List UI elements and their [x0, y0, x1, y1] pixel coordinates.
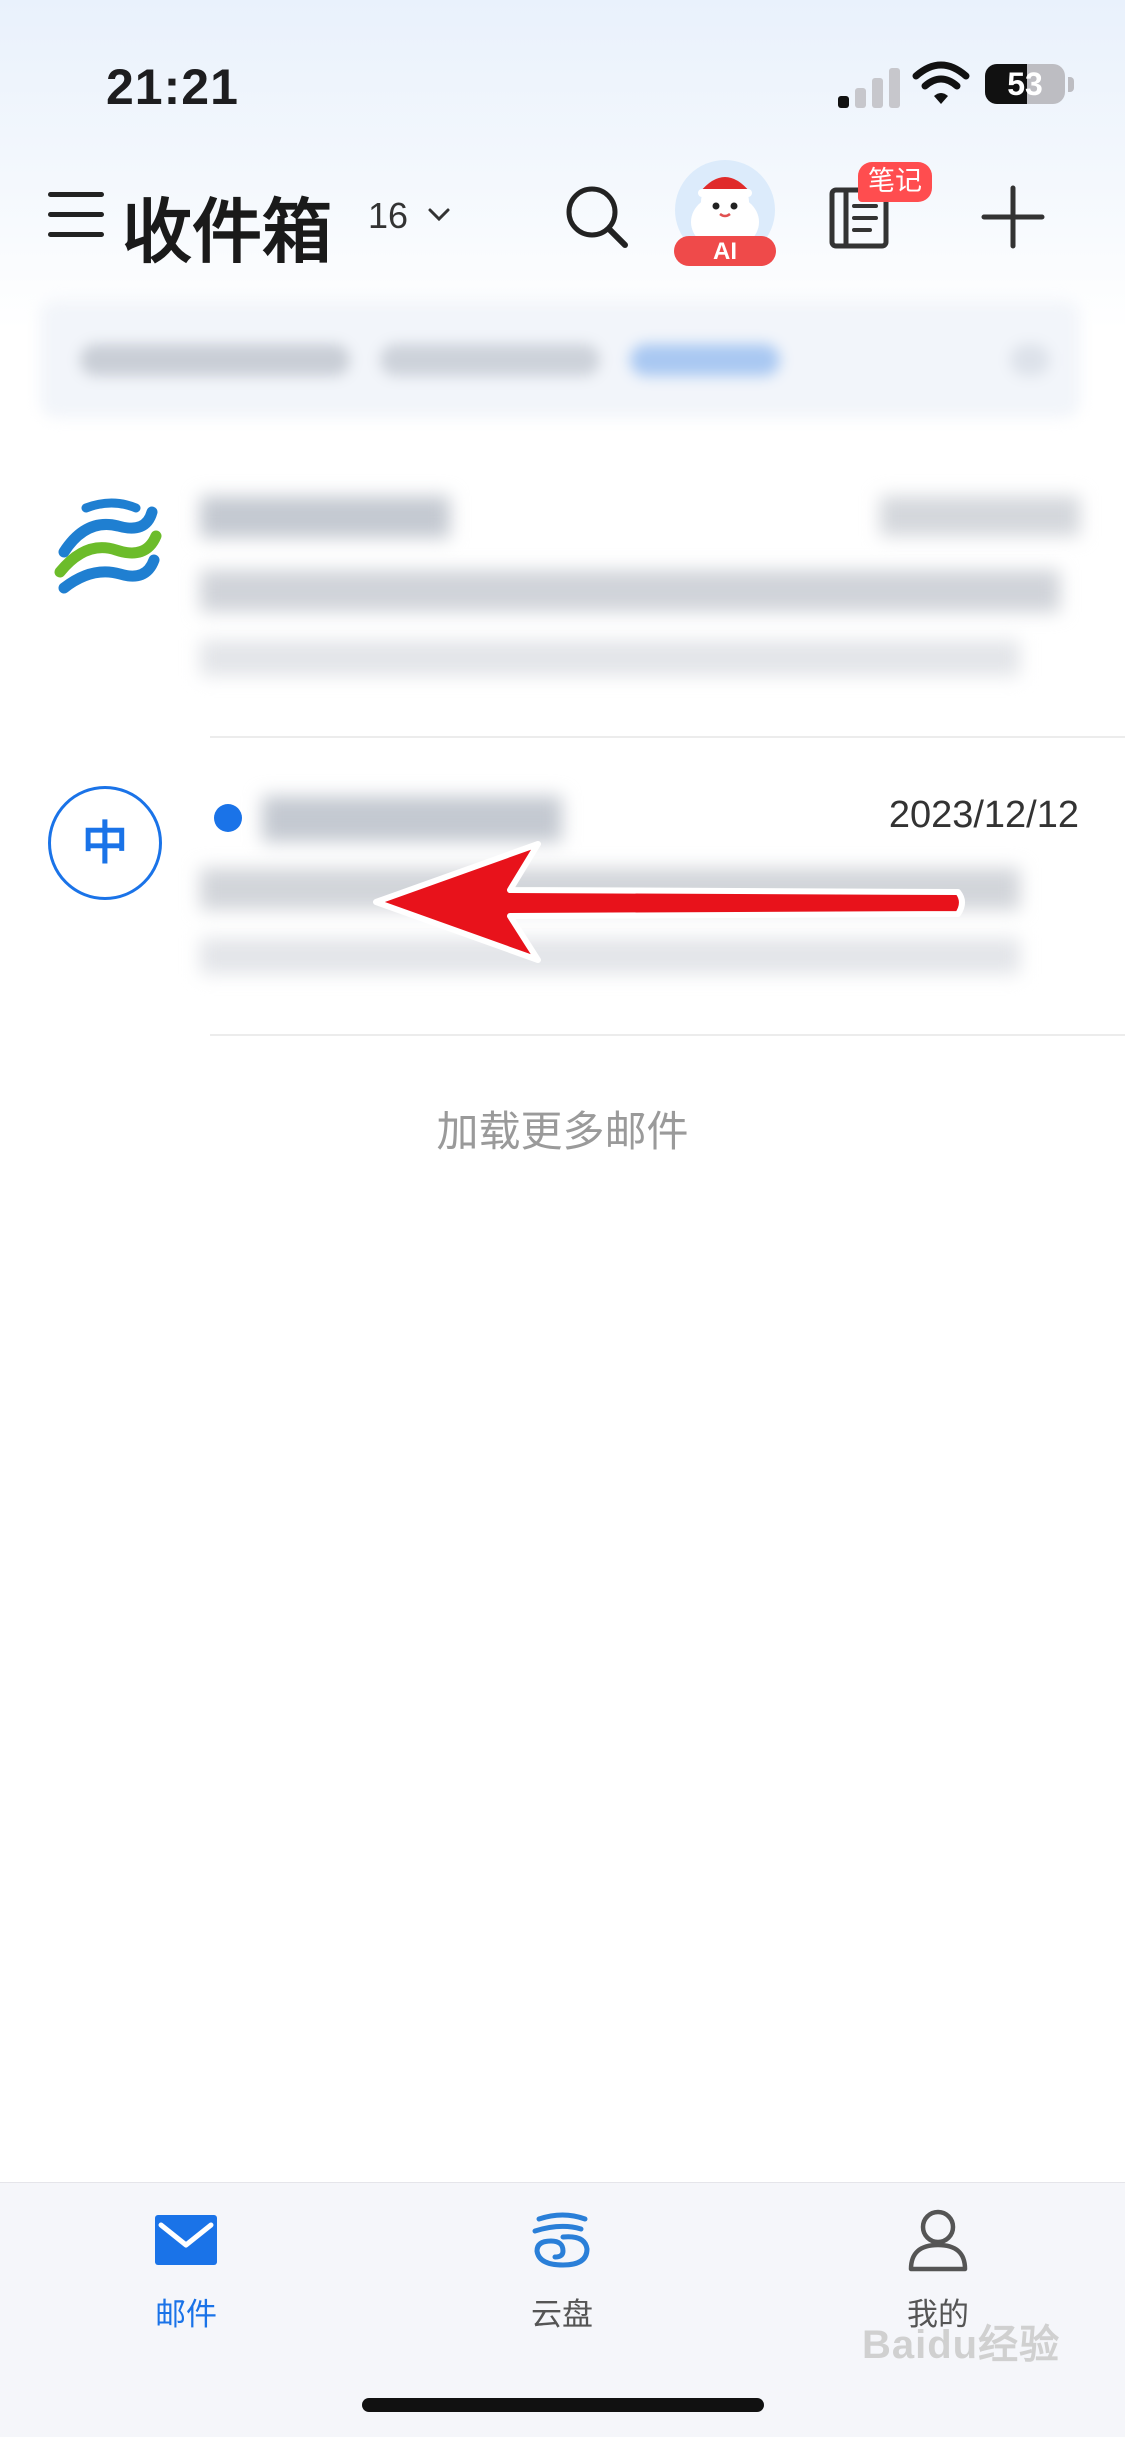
notes-badge: 笔记	[858, 162, 932, 202]
mail-subject-redacted	[200, 570, 1060, 612]
page-title[interactable]: 收件箱	[122, 176, 332, 277]
battery-icon: 53	[985, 64, 1065, 104]
swipe-left-arrow	[373, 841, 965, 963]
search-icon[interactable]	[562, 182, 632, 252]
profile-icon	[908, 2209, 968, 2272]
list-divider	[210, 736, 1125, 738]
mail-sender-redacted	[200, 496, 450, 538]
add-icon[interactable]	[980, 184, 1046, 250]
filter-bar[interactable]	[40, 300, 1080, 418]
mail-preview-redacted	[200, 640, 1020, 676]
cloud-drive-icon	[532, 2212, 590, 2268]
ai-badge-label: AI	[713, 238, 737, 265]
tab-cloud-drive[interactable]: 云盘	[462, 2205, 662, 2335]
status-time: 21:21	[106, 59, 239, 115]
list-divider	[210, 1034, 1125, 1036]
home-indicator[interactable]	[362, 2398, 764, 2412]
load-more-button[interactable]: 加载更多邮件	[0, 1098, 1125, 1159]
chevron-down-icon[interactable]	[424, 200, 454, 230]
china-mobile-logo	[54, 498, 162, 594]
tab-mail[interactable]: 邮件	[86, 2205, 286, 2335]
tab-label: 邮件	[155, 2297, 217, 2333]
mail-count[interactable]: 16	[368, 195, 408, 237]
unread-dot	[214, 804, 242, 832]
avatar: 中	[48, 786, 162, 900]
header-background	[0, 0, 1125, 330]
mail-date-redacted	[880, 496, 1080, 536]
menu-icon[interactable]	[48, 190, 106, 240]
watermark: Baidu经验	[862, 2323, 1061, 2367]
battery-cap	[1068, 77, 1074, 92]
cellular-signal-icon	[838, 64, 900, 108]
tab-label: 云盘	[531, 2297, 593, 2333]
mail-list-item[interactable]	[0, 470, 1125, 738]
mail-icon	[155, 2215, 217, 2265]
ai-assistant-avatar[interactable]: AI	[670, 158, 780, 268]
wifi-icon	[912, 61, 970, 104]
battery-level-text: 53	[1007, 66, 1043, 102]
